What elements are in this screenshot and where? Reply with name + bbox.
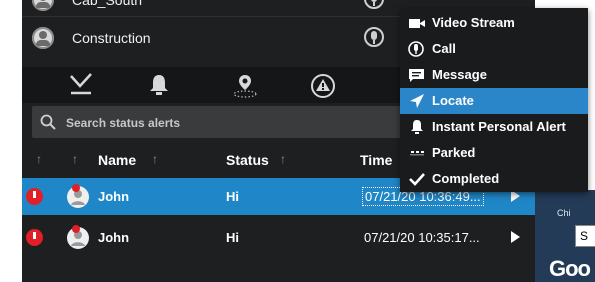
sort-arrow-icon[interactable]: ↑ xyxy=(36,152,42,166)
bell-icon xyxy=(150,75,168,95)
map-control[interactable]: S xyxy=(575,225,595,247)
group-name: Construction xyxy=(72,30,151,46)
menu-item-parked[interactable]: Parked xyxy=(400,140,588,166)
microphone-icon xyxy=(408,41,424,57)
user-name: John xyxy=(98,189,130,204)
sort-arrow-icon[interactable]: ↑ xyxy=(280,152,286,166)
user-avatar-icon xyxy=(67,225,89,249)
menu-item-instant-personal-alert[interactable]: Instant Personal Alert xyxy=(400,114,588,140)
checkmark-icon xyxy=(409,173,425,186)
alert-time: 07/21/20 10:35:17... xyxy=(364,230,480,245)
group-name: Cab_South xyxy=(72,0,143,8)
message-icon xyxy=(409,69,424,82)
menu-item-label: Video Stream xyxy=(432,15,515,30)
alert-icon xyxy=(26,188,43,205)
user-name: John xyxy=(98,230,130,245)
menu-item-label: Instant Personal Alert xyxy=(432,119,566,134)
map-label: Chi xyxy=(557,208,571,218)
play-icon[interactable] xyxy=(511,231,520,243)
tab-warning[interactable] xyxy=(288,67,358,103)
menu-item-label: Message xyxy=(432,67,487,82)
search-input[interactable] xyxy=(64,112,418,134)
tab-alerts[interactable] xyxy=(46,67,116,103)
parked-icon xyxy=(410,151,424,156)
column-header-name[interactable]: Name xyxy=(98,152,136,168)
menu-item-label: Locate xyxy=(432,93,474,108)
video-camera-icon xyxy=(409,19,425,28)
menu-item-label: Call xyxy=(432,41,456,56)
sort-arrow-icon[interactable]: ↑ xyxy=(72,152,78,166)
alert-status: Hi xyxy=(226,189,239,204)
alerts-icon xyxy=(70,73,92,95)
group-avatar-icon xyxy=(32,0,54,11)
search-icon xyxy=(40,114,56,130)
menu-item-call[interactable]: Call xyxy=(400,36,588,62)
map-control-label: S xyxy=(580,229,589,243)
location-pin-icon xyxy=(233,75,257,98)
menu-item-locate[interactable]: Locate xyxy=(400,88,588,114)
context-menu: Video Stream Call Message Locate Instant… xyxy=(400,8,588,192)
map-view[interactable]: Chi S Goo xyxy=(535,190,595,282)
map-logo: Goo xyxy=(549,256,591,281)
alert-status: Hi xyxy=(226,230,239,245)
table-row[interactable]: John Hi 07/21/20 10:35:17... xyxy=(22,219,535,256)
menu-item-label: Parked xyxy=(432,145,476,160)
column-header-time[interactable]: Time xyxy=(360,152,392,168)
locate-arrow-icon xyxy=(410,94,424,108)
alert-icon xyxy=(26,229,43,246)
menu-item-video-stream[interactable]: Video Stream xyxy=(400,10,588,36)
bell-icon xyxy=(411,120,423,134)
microphone-icon[interactable] xyxy=(364,27,384,47)
group-avatar-icon xyxy=(32,27,54,49)
microphone-icon[interactable] xyxy=(364,0,384,9)
menu-item-message[interactable]: Message xyxy=(400,62,588,88)
tab-bell[interactable] xyxy=(124,67,194,103)
menu-item-completed[interactable]: Completed xyxy=(400,166,588,192)
warning-icon xyxy=(311,74,335,98)
menu-item-label: Completed xyxy=(432,171,500,186)
column-header-status[interactable]: Status xyxy=(226,152,269,168)
search-bar xyxy=(32,106,432,138)
user-avatar-icon xyxy=(67,184,89,208)
tab-location[interactable] xyxy=(208,67,278,103)
sort-arrow-icon[interactable]: ↑ xyxy=(152,152,158,166)
